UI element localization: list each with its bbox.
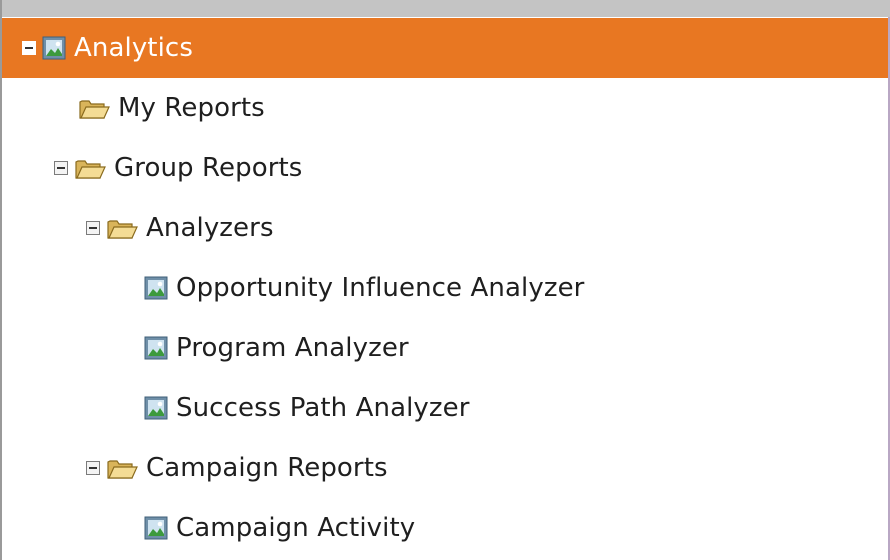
tree-item-opportunity-influence-analyzer[interactable]: Opportunity Influence Analyzer bbox=[2, 258, 888, 318]
folder-icon bbox=[75, 160, 106, 179]
tree-item-label: Group Reports bbox=[114, 153, 303, 183]
report-icon bbox=[144, 336, 168, 360]
tree-item-label: Success Path Analyzer bbox=[176, 393, 470, 423]
top-bar bbox=[2, 0, 890, 17]
folder-icon bbox=[79, 100, 110, 119]
tree-item-group-reports[interactable]: Group Reports bbox=[2, 138, 888, 198]
collapse-toggle-icon[interactable] bbox=[86, 221, 100, 235]
report-icon bbox=[144, 276, 168, 300]
tree-item-my-reports[interactable]: My Reports bbox=[2, 78, 888, 138]
tree-item-label: Campaign Reports bbox=[146, 453, 388, 483]
tree-item-label: Analytics bbox=[74, 33, 193, 63]
report-icon bbox=[42, 36, 66, 60]
collapse-toggle-icon[interactable] bbox=[54, 161, 68, 175]
tree-item-label: My Reports bbox=[118, 93, 265, 123]
tree-item-program-analyzer[interactable]: Program Analyzer bbox=[2, 318, 888, 378]
tree-item-analytics[interactable]: Analytics bbox=[2, 18, 888, 78]
tree-item-label: Campaign Activity bbox=[176, 513, 416, 543]
collapse-toggle-icon[interactable] bbox=[22, 41, 36, 55]
folder-icon bbox=[107, 220, 138, 239]
collapse-toggle-icon[interactable] bbox=[86, 461, 100, 475]
tree-item-campaign-activity[interactable]: Campaign Activity bbox=[2, 498, 888, 558]
tree-item-label: Program Analyzer bbox=[176, 333, 409, 363]
report-icon bbox=[144, 516, 168, 540]
tree-item-analyzers[interactable]: Analyzers bbox=[2, 198, 888, 258]
tree-item-campaign-reports[interactable]: Campaign Reports bbox=[2, 438, 888, 498]
tree-item-success-path-analyzer[interactable]: Success Path Analyzer bbox=[2, 378, 888, 438]
tree-item-label: Opportunity Influence Analyzer bbox=[176, 273, 585, 303]
tree-panel: Analytics My Reports Group Reports Analy… bbox=[0, 0, 890, 560]
tree-item-label: Analyzers bbox=[146, 213, 274, 243]
report-icon bbox=[144, 396, 168, 420]
folder-icon bbox=[107, 460, 138, 479]
